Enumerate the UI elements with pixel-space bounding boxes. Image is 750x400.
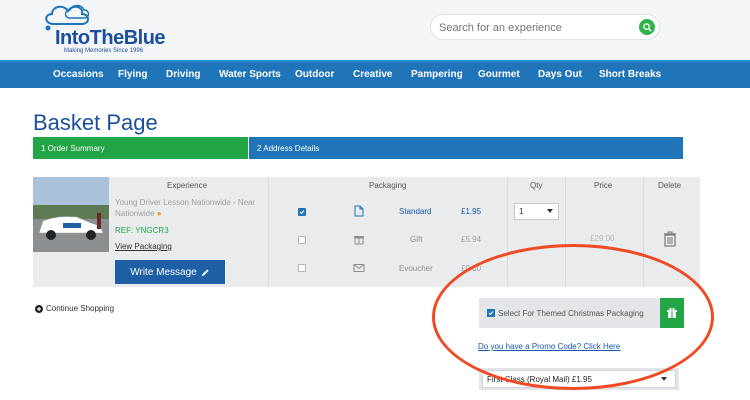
nav-item-flying[interactable]: Flying [118,69,147,80]
shipping-select[interactable]: First Class (Royal Mail) £1.95 [482,370,676,388]
checkout-steps: 1 Order Summary 2 Address Details 3 Paym… [33,137,750,159]
header-packaging: Packaging [369,181,407,190]
experience-image [33,177,109,252]
shipping-value: First Class (Royal Mail) £1.95 [487,375,592,384]
christmas-packaging-box: Select For Themed Christmas Packaging [479,298,684,328]
gift-icon [667,307,677,318]
search-icon [642,22,652,32]
check-icon [299,210,305,215]
packaging-gift-price: £5.94 [461,235,482,244]
page-title: Basket Page [33,110,158,135]
step-label: 1 Order Summary [41,144,105,153]
nav-item-short-breaks[interactable]: Short Breaks [599,69,661,80]
nav-item-occasions[interactable]: Occasions [53,69,104,80]
site-header: IntoTheBlue Making Memories Since 1996 [0,0,750,60]
experience-name-text: Young Driver Lesson Nationwide - Near Na… [115,198,256,218]
header-qty: Qty [530,181,543,190]
main-nav: Occasions Flying Driving Water Sports Ou… [0,60,750,88]
column-divider [507,177,508,287]
experience-ref: REF: YNGCR3 [115,226,169,235]
continue-shopping-label: Continue Shopping [46,304,115,313]
column-divider [268,177,269,287]
pencil-icon [201,268,209,276]
nav-item-creative[interactable]: Creative [353,69,392,80]
promo-code-link[interactable]: Do you have a Promo Code? Click Here [478,342,620,351]
header-delete: Delete [658,181,682,190]
logo-subtitle: Making Memories Since 1996 [64,48,144,54]
header-experience: Experience [167,181,208,190]
car-photo-icon [33,177,109,252]
logo-title: IntoTheBlue [55,27,166,49]
search-box [430,14,660,40]
packaging-gift-checkbox[interactable] [298,236,306,244]
packaging-evoucher-checkbox[interactable] [298,264,306,272]
packaging-standard-price: £1.95 [461,207,482,216]
experience-name[interactable]: Young Driver Lesson Nationwide - Near Na… [115,197,265,219]
write-message-label: Write Message [130,266,197,278]
nav-item-water-sports[interactable]: Water Sports [219,69,281,80]
chevron-down-icon [547,209,553,213]
envelope-icon [353,264,365,272]
basket-page: IntoTheBlue Making Memories Since 1996 O… [0,0,750,400]
continue-shopping-link[interactable]: Continue Shopping [35,304,114,313]
packaging-evoucher-price: £0.00 [461,264,482,273]
check-icon [488,311,494,316]
packaging-standard-label: Standard [399,207,432,216]
nav-item-days-out[interactable]: Days Out [538,69,582,80]
step-address-details: 2 Address Details 3 Payment Details [249,137,750,159]
trash-icon[interactable] [663,231,677,247]
search-input[interactable] [439,19,629,37]
christmas-packaging-checkbox[interactable] [487,309,495,317]
document-icon [354,205,364,217]
basket-table: Experience Packaging Qty Price Delete Yo… [33,177,700,287]
plus-circle-icon [35,304,43,313]
logo[interactable]: IntoTheBlue Making Memories Since 1996 [40,2,180,58]
christmas-packaging-label: Select For Themed Christmas Packaging [498,309,644,318]
column-divider [643,177,644,287]
christmas-gift-button[interactable] [660,298,684,328]
packaging-evoucher-label: Evoucher [399,264,433,273]
search-button[interactable] [639,19,655,35]
nav-item-outdoor[interactable]: Outdoor [295,69,334,80]
header-price: Price [594,181,613,190]
packaging-gift-label: Gift [410,235,423,244]
quantity-select[interactable]: 1 [514,203,559,220]
step-payment-details: 3 Payment Details [689,144,750,153]
item-price: £29.00 [590,234,615,243]
nav-item-driving[interactable]: Driving [166,69,200,80]
column-divider [565,177,566,287]
step-label: 2 Address Details [257,144,320,153]
packaging-standard-checkbox[interactable] [298,208,306,216]
gift-icon [354,236,364,245]
view-packaging-link[interactable]: View Packaging [115,242,172,251]
nav-item-gourmet[interactable]: Gourmet [478,69,520,80]
step-order-summary: 1 Order Summary [33,137,248,159]
chevron-down-icon [661,377,667,381]
shipping-box: First Class (Royal Mail) £1.95 [479,368,679,390]
location-pin-icon: ● [156,209,162,218]
nav-item-pampering[interactable]: Pampering [411,69,463,80]
quantity-value: 1 [519,207,524,216]
write-message-button[interactable]: Write Message [115,260,225,284]
